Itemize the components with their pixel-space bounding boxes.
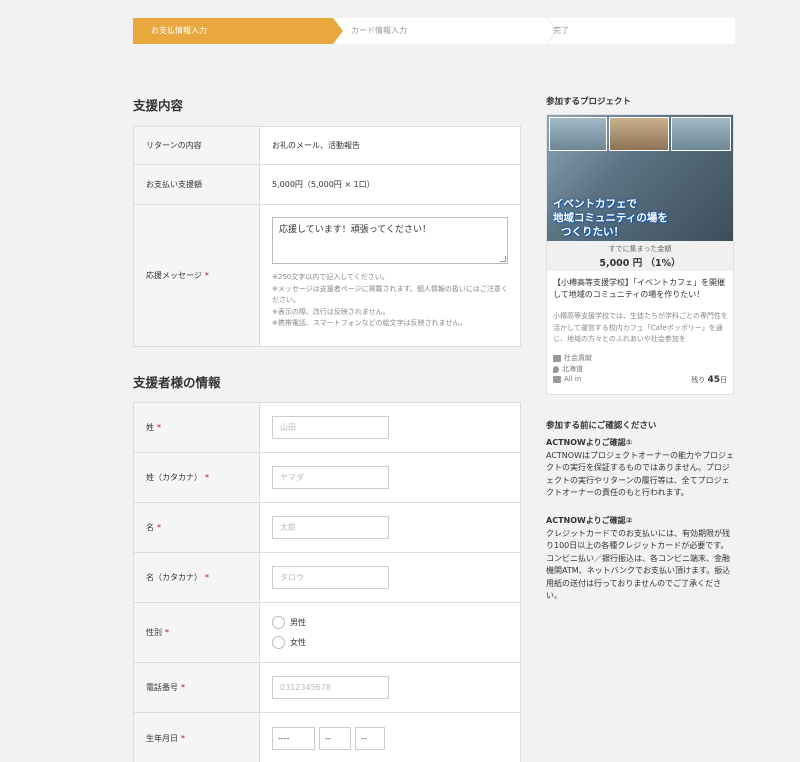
confirm-title-2: ACTNOWよりご確認② — [546, 516, 633, 525]
last-name-label: 姓 — [146, 423, 154, 432]
confirm-block-1: ACTNOWよりご確認① ACTNOWはプロジェクトオーナーの能力やプロジェクト… — [546, 437, 736, 500]
region-meta: 北海道 — [553, 364, 583, 374]
last-name-input[interactable]: 山田 — [272, 416, 389, 439]
supporter-section-title: 支援者様の情報 — [133, 375, 221, 390]
amount-row: お支払い支援額 5,000円（5,000円 × 1口） — [133, 164, 521, 205]
confirm-heading: 参加する前にご確認ください — [546, 421, 657, 431]
radio-button[interactable] — [272, 636, 285, 649]
progress-steps: お支払情報入力 カード情報入力 完了 — [133, 18, 735, 44]
thumbnail-image — [609, 117, 669, 151]
resize-grip-icon[interactable] — [500, 256, 506, 262]
project-heading: 参加するプロジェクト — [546, 97, 632, 107]
required-mark: * — [204, 271, 209, 280]
first-name-kana-label: 名（カタカナ） — [146, 573, 202, 582]
radio-button[interactable] — [272, 616, 285, 629]
thumbnail-image — [549, 117, 607, 151]
last-name-kana-label: 姓（カタカナ） — [146, 473, 202, 482]
step-payment-info: お支払情報入力 — [133, 18, 343, 44]
confirm-text-1: ACTNOWはプロジェクトオーナーの能力やプロジェクトの実行を保証するものではあ… — [546, 450, 734, 498]
thumbnail-image — [671, 117, 731, 151]
step-card-info: カード情報入力 — [351, 26, 407, 35]
amount-label: お支払い支援額 — [133, 164, 260, 205]
project-title[interactable]: 【小樽高等支援学校】「イベントカフェ」を開催して地域のコミュニティの場を作りたい… — [553, 277, 729, 300]
project-description: 小樽高等支援学校では、生徒たちが学科ごとの専門性を活かして運営する校内カフェ「C… — [553, 312, 728, 343]
gender-option-female[interactable]: 女性 — [272, 633, 520, 653]
birth-day-select[interactable]: -- — [355, 727, 385, 750]
birth-year-select[interactable]: ---- — [272, 727, 315, 750]
phone-label: 電話番号 — [146, 683, 178, 692]
confirm-block-2: ACTNOWよりご確認② クレジットカードでのお支払いには、有効期限が残り100… — [546, 515, 736, 603]
last-name-kana-input[interactable]: ヤマダ — [272, 466, 389, 489]
return-label: リターンの内容 — [133, 126, 260, 165]
first-name-row: 名 * 太郎 — [133, 502, 521, 553]
collected-label: すでに集まった金額 — [608, 245, 672, 253]
phone-row: 電話番号 * 0312345678 — [133, 662, 521, 713]
message-notes: ※250文字以内で記入してください。 ※メッセージは支援者ページに掲載されます。… — [272, 273, 508, 327]
message-textarea[interactable]: 応援しています！頑張ってください！ — [272, 217, 508, 264]
confirm-title-1: ACTNOWよりご確認① — [546, 438, 633, 447]
phone-input[interactable]: 0312345678 — [272, 676, 389, 699]
image-caption: イベントカフェで 地域コミュニティの場を つくりたい！ — [553, 198, 668, 238]
birth-label: 生年月日 — [146, 734, 178, 743]
project-card[interactable]: イベントカフェで 地域コミュニティの場を つくりたい！ すでに集まった金額 5,… — [546, 114, 734, 395]
last-name-row: 姓 * 山田 — [133, 402, 521, 453]
location-pin-icon — [553, 365, 559, 373]
last-name-kana-row: 姓（カタカナ） * ヤマダ — [133, 452, 521, 503]
support-table: リターンの内容 お礼のメール、活動報告 お支払い支援額 5,000円（5,000… — [133, 126, 521, 347]
project-image[interactable]: イベントカフェで 地域コミュニティの場を つくりたい！ — [547, 115, 733, 241]
gender-row: 性別 * 男性 女性 — [133, 602, 521, 663]
first-name-kana-row: 名（カタカナ） * タロウ — [133, 552, 521, 603]
collected-amount-box: すでに集まった金額 5,000 円 （1%） — [547, 241, 733, 271]
days-remaining: 残り 45日 — [691, 375, 727, 385]
step-divider — [537, 18, 551, 44]
birth-month-select[interactable]: -- — [319, 727, 351, 750]
tag-icon — [553, 354, 561, 362]
link-icon — [553, 375, 561, 383]
amount-value: 5,000円（5,000円 × 1口） — [259, 164, 521, 205]
birth-row: 生年月日 * ---- -- -- — [133, 712, 521, 762]
first-name-label: 名 — [146, 523, 154, 532]
message-row: 応援メッセージ * 応援しています！頑張ってください！ ※250文字以内で記入して… — [133, 204, 521, 347]
return-row: リターンの内容 お礼のメール、活動報告 — [133, 126, 521, 165]
first-name-input[interactable]: 太郎 — [272, 516, 389, 539]
return-value: お礼のメール、活動報告 — [259, 126, 521, 165]
support-section-title: 支援内容 — [133, 98, 184, 113]
first-name-kana-input[interactable]: タロウ — [272, 566, 389, 589]
message-label: 応援メッセージ — [146, 271, 202, 280]
gender-label: 性別 — [146, 628, 162, 637]
type-meta: All in — [553, 375, 581, 383]
supporter-table: 姓 * 山田 姓（カタカナ） * ヤマダ 名 * 太郎 名（カタカナ） * タロウ 性別… — [133, 402, 521, 762]
gender-option-male[interactable]: 男性 — [272, 613, 520, 633]
category-meta: 社会貢献 — [553, 353, 592, 363]
step-complete: 完了 — [553, 26, 569, 35]
collected-value: 5,000 円 （1%） — [599, 258, 681, 269]
confirm-text-2: クレジットカードでのお支払いには、有効期限が残り100日以上の各種クレジットカー… — [546, 528, 731, 601]
